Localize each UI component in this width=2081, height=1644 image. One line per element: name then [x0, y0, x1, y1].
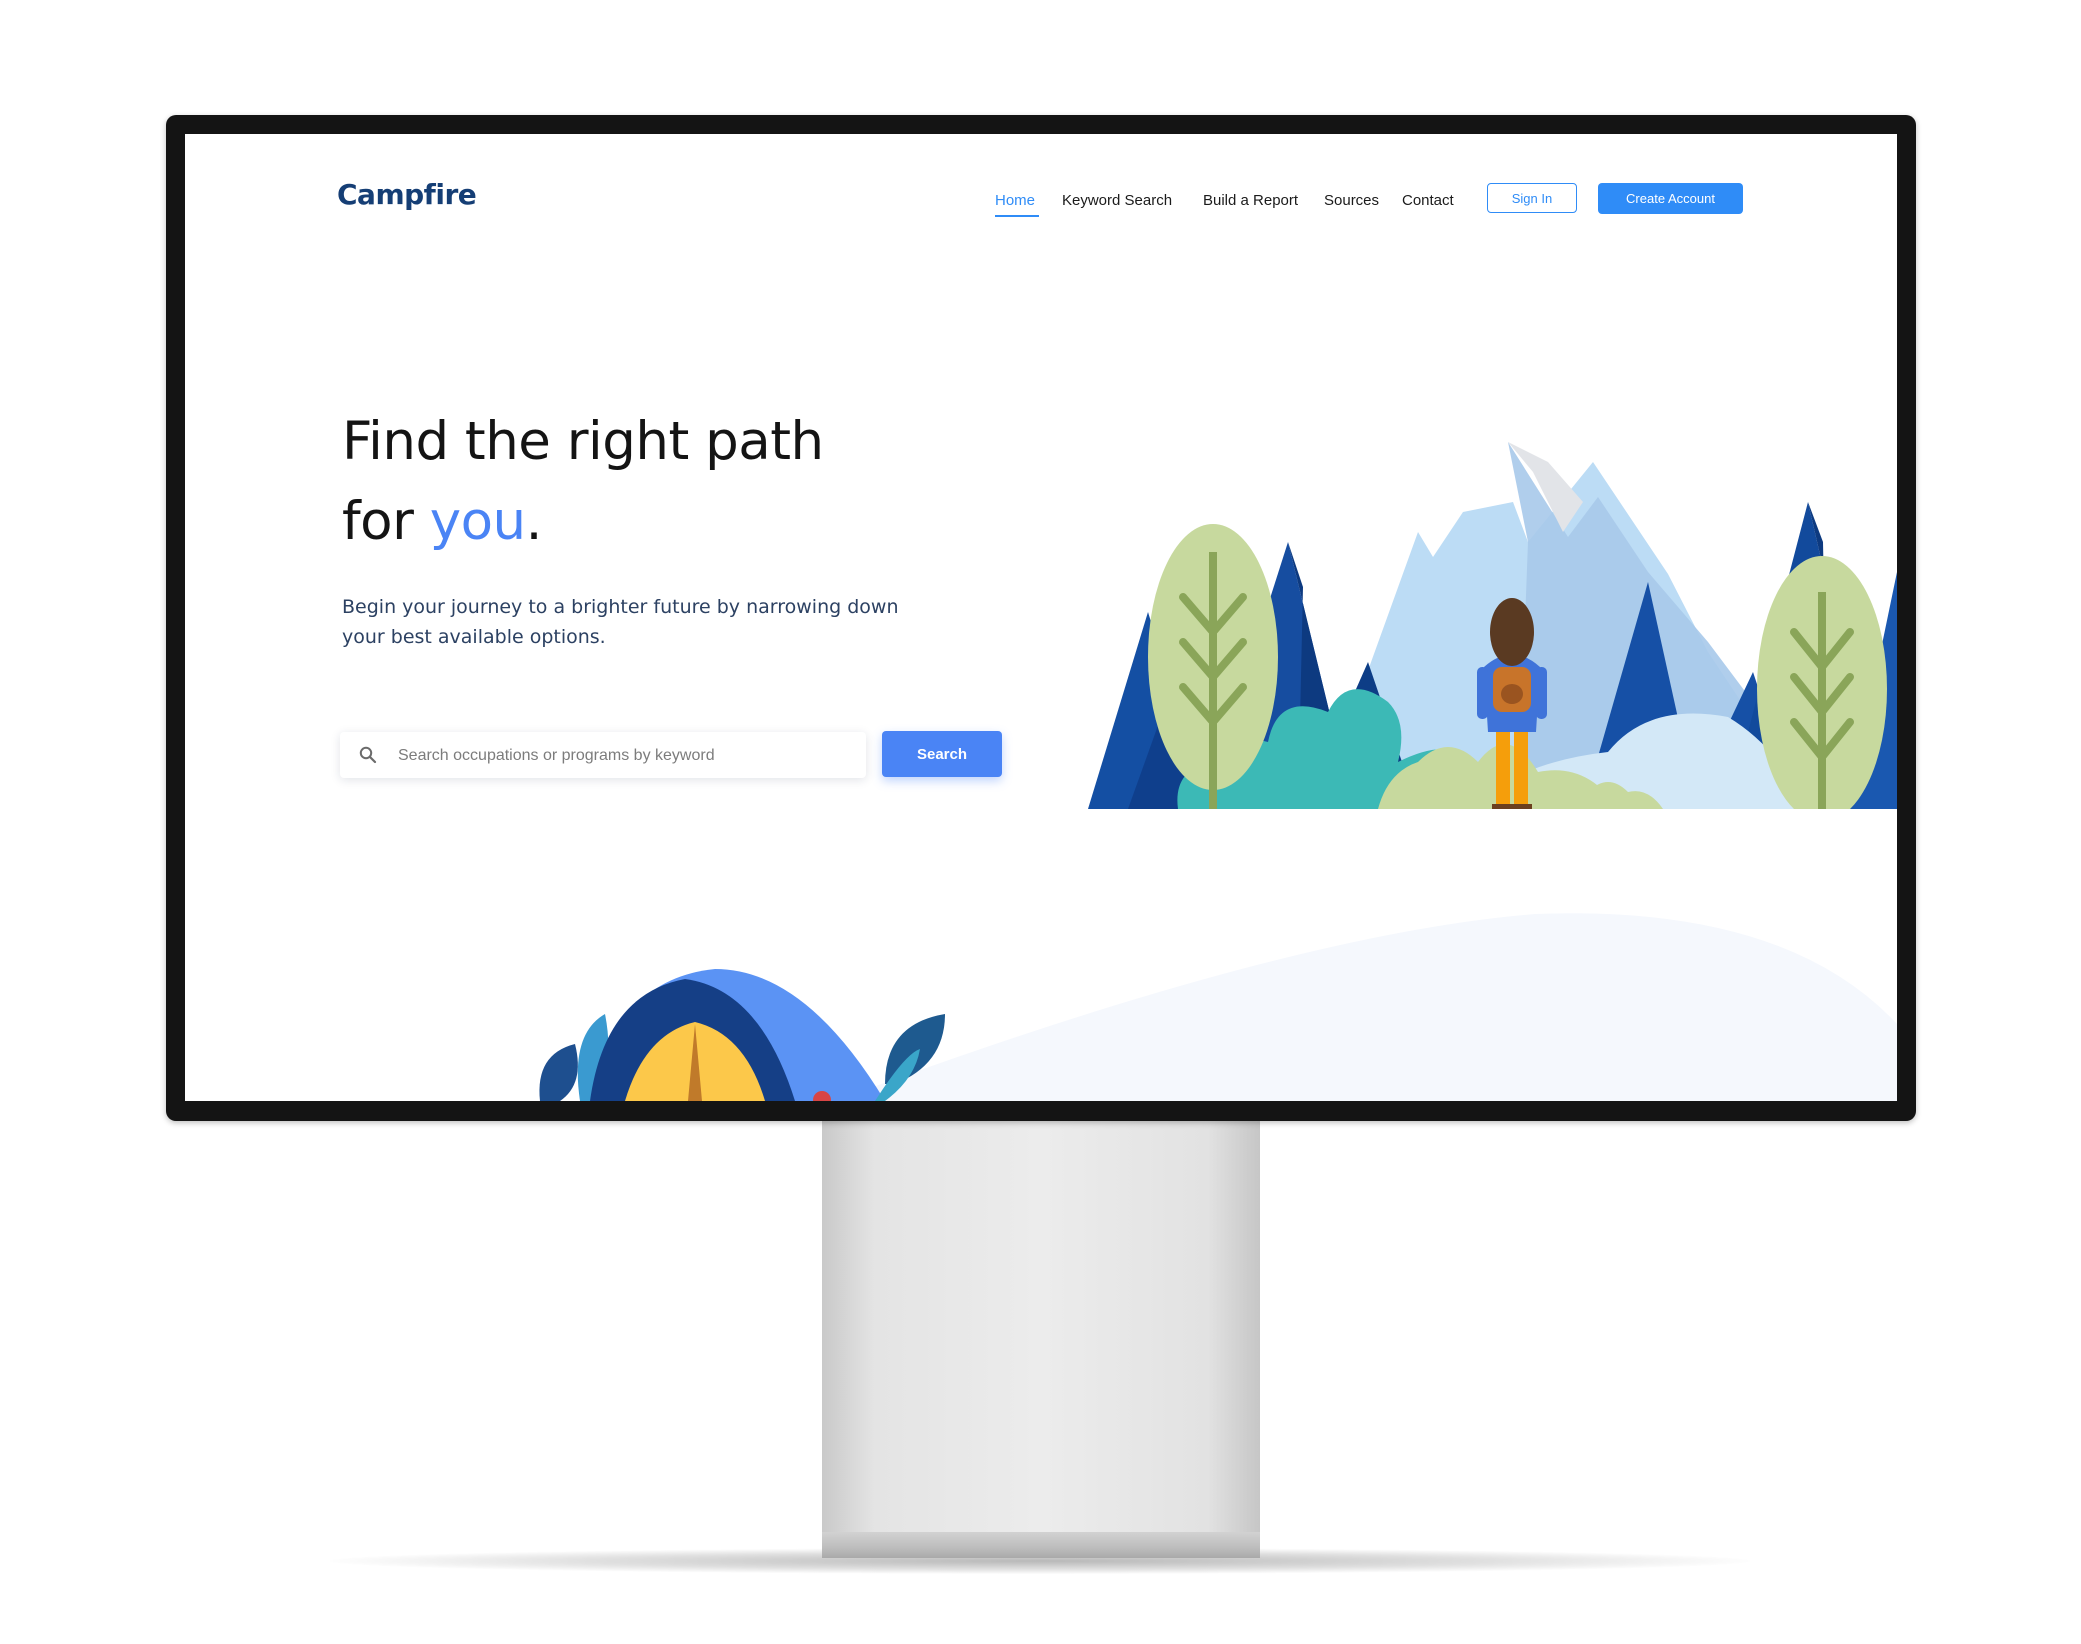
- hero-title-suffix: .: [525, 491, 543, 552]
- nav-link-build-a-report[interactable]: Build a Report: [1203, 192, 1298, 209]
- nav-link-contact[interactable]: Contact: [1402, 192, 1454, 209]
- hero-title: Find the right path for you.: [342, 402, 982, 562]
- monitor-stand-base: [822, 1532, 1260, 1558]
- nav-link-sources[interactable]: Sources: [1324, 192, 1379, 209]
- hero-title-accent: you: [429, 491, 526, 552]
- sign-in-button[interactable]: Sign In: [1487, 183, 1577, 213]
- hiker-forest-illustration: [1088, 442, 1897, 809]
- search-button[interactable]: Search: [882, 731, 1002, 777]
- nav-active-underline: [995, 215, 1039, 217]
- nav-link-home[interactable]: Home: [995, 192, 1035, 209]
- monitor-bezel: Campfire Home Keyword Search Build a Rep…: [166, 115, 1916, 1121]
- monitor-screen: Campfire Home Keyword Search Build a Rep…: [185, 134, 1897, 1101]
- site-logo[interactable]: Campfire: [337, 178, 477, 211]
- search-bar: [340, 732, 866, 778]
- hero-subtitle-line1: Begin your journey to a brighter future …: [342, 596, 899, 618]
- hero-title-prefix: for: [342, 491, 430, 552]
- create-account-button[interactable]: Create Account: [1598, 183, 1743, 214]
- lower-hill-tent-illustration: [539, 913, 1897, 1101]
- search-icon: [359, 746, 377, 764]
- search-input[interactable]: [396, 740, 850, 772]
- nav-link-keyword-search[interactable]: Keyword Search: [1062, 192, 1172, 209]
- hero-title-line1: Find the right path: [342, 411, 824, 472]
- monitor-stand: [822, 1121, 1260, 1532]
- hero-subtitle-line2: your best available options.: [342, 626, 606, 648]
- hero-subtitle: Begin your journey to a brighter future …: [342, 592, 942, 652]
- top-navbar: Campfire Home Keyword Search Build a Rep…: [185, 134, 1897, 254]
